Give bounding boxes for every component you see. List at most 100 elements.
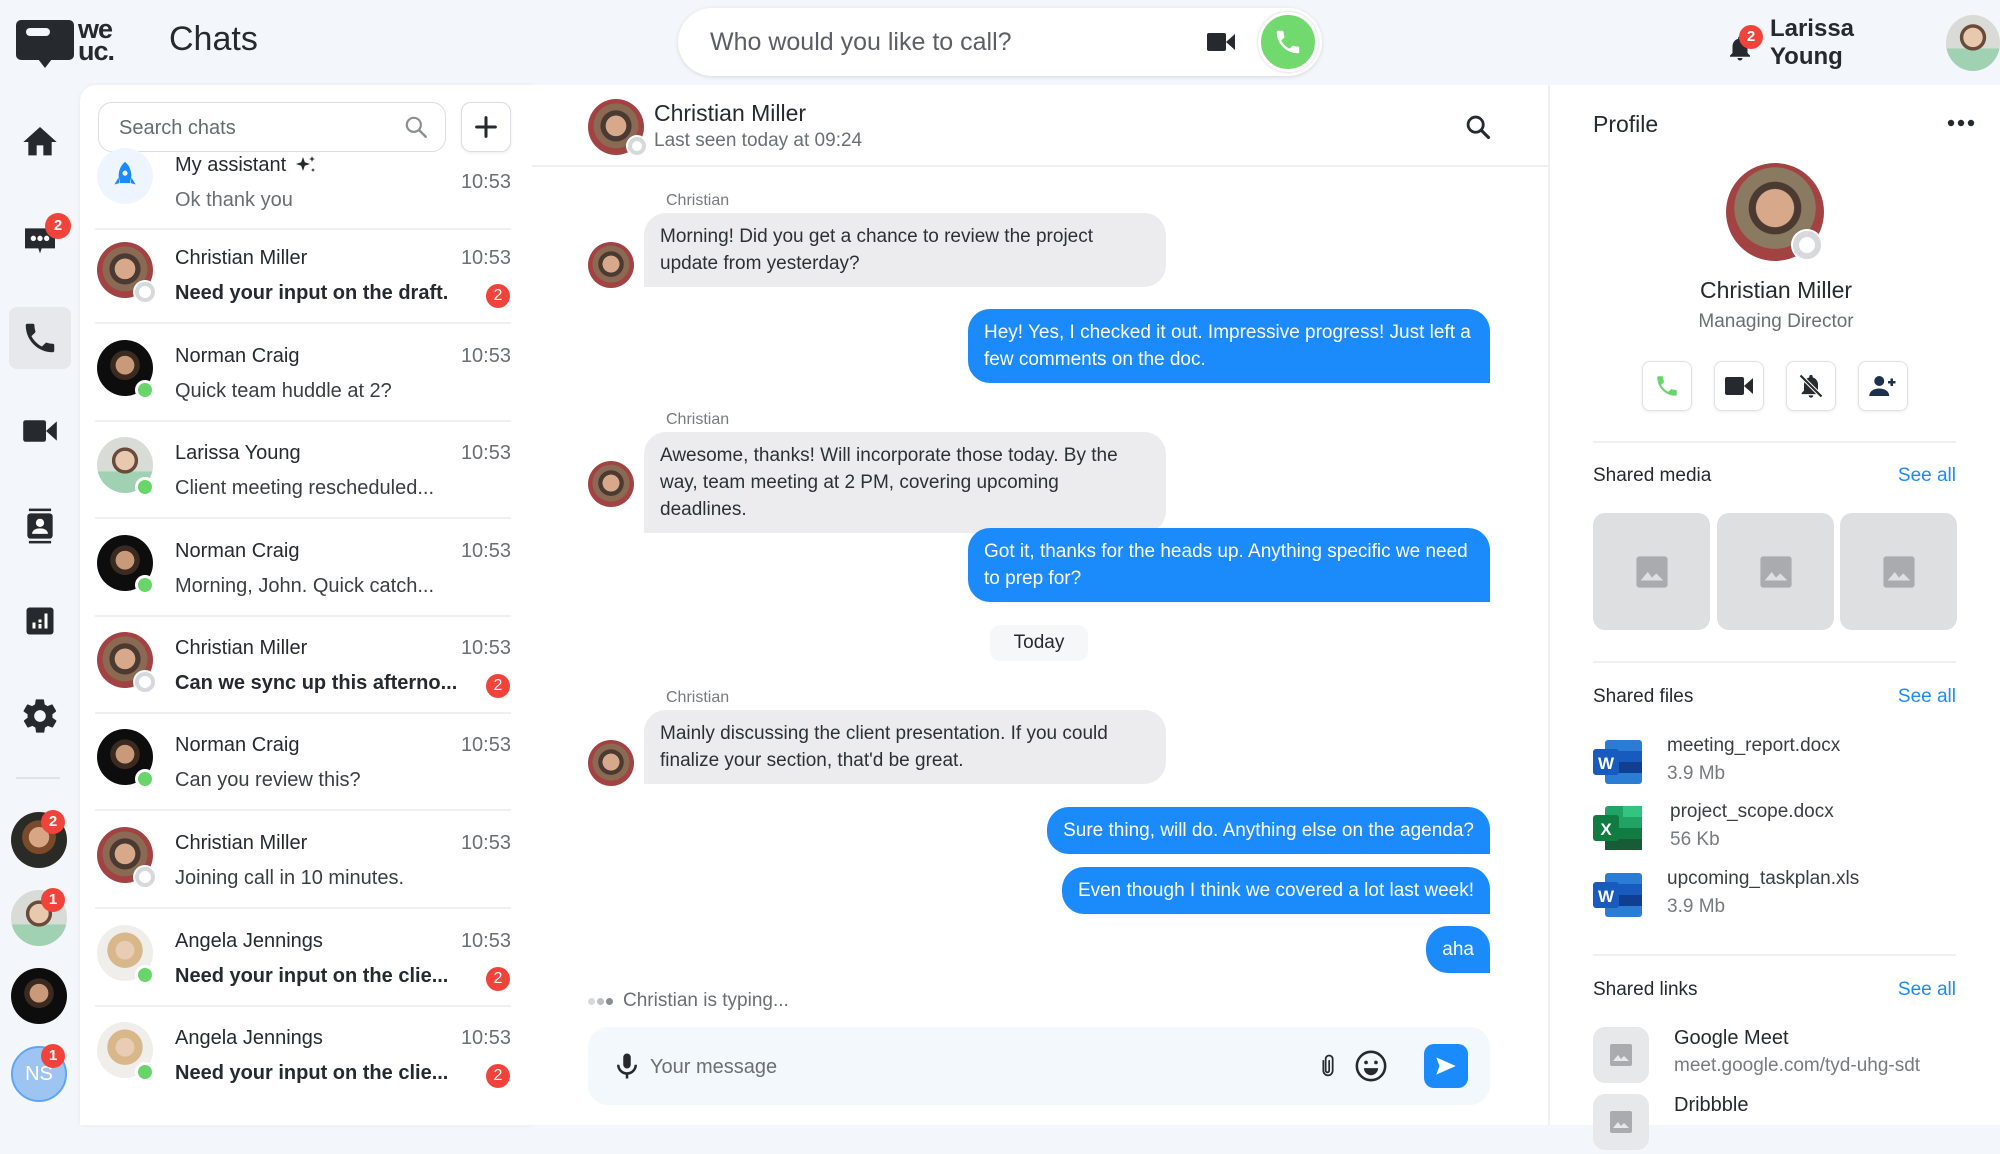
section-divider (1593, 954, 1956, 956)
chat-time: 10:53 (460, 832, 511, 854)
media-thumbnail[interactable] (1717, 513, 1834, 630)
section-divider (1593, 441, 1956, 443)
media-thumbnail[interactable] (1593, 513, 1710, 630)
profile-call-button[interactable] (1642, 361, 1692, 411)
app-logo[interactable]: we uc. (16, 16, 115, 68)
profile-status-offline (1793, 231, 1821, 259)
message-bubble-outgoing: aha (1426, 926, 1490, 973)
message-bubble-incoming: Morning! Did you get a chance to review … (644, 213, 1166, 287)
profile-mute-button[interactable] (1786, 361, 1836, 411)
message-bubble-outgoing: Got it, thanks for the heads up. Anythin… (968, 528, 1490, 602)
profile-panel: Profile Christian Miller Managing Direct… (1548, 85, 2000, 1150)
unread-badge: 2 (486, 284, 510, 308)
file-size: 3.9 Mb (1667, 896, 1726, 917)
last-seen-text: Last seen today at 09:24 (654, 130, 863, 151)
image-placeholder-icon (1882, 555, 1915, 588)
nav-home[interactable] (9, 111, 71, 173)
nav-video[interactable] (9, 400, 71, 462)
start-call-button[interactable] (1258, 12, 1318, 72)
message-input[interactable] (650, 1051, 1250, 1083)
sparkle-icon (296, 156, 316, 172)
nav-calls[interactable] (9, 307, 71, 369)
chat-contact-name: My assistant (175, 153, 287, 176)
chat-last-message: Ok thank you (175, 189, 293, 211)
typing-dots-icon (588, 997, 615, 1005)
media-thumbnail[interactable] (1840, 513, 1957, 630)
chat-last-message: Need your input on the clie... (175, 1062, 449, 1084)
gear-icon (23, 699, 57, 733)
home-icon (23, 127, 57, 156)
favorite-badge: 1 (41, 888, 65, 912)
chat-list-item[interactable]: Christian Miller Joining call in 10 minut… (95, 812, 511, 909)
call-search-input[interactable] (710, 22, 1190, 62)
current-user-name: Larissa Young (1769, 15, 1855, 70)
profile-actions (1642, 361, 1930, 411)
chat-time: 10:53 (460, 247, 511, 269)
nav-contacts[interactable] (9, 495, 71, 557)
date-divider: Today (990, 625, 1088, 661)
chat-list-item[interactable]: Christian Miller Need your input on the d… (95, 227, 511, 324)
chat-list-item[interactable]: Angela Jennings Need your input on the cl… (95, 1007, 511, 1104)
profile-name: Christian Miller (1699, 277, 1853, 303)
page-title: Chats (169, 20, 258, 58)
nav-chats[interactable]: 2 (9, 209, 71, 271)
search-conversation-icon[interactable] (1464, 113, 1492, 141)
chat-list-item[interactable]: Angela Jennings Need your input on the cl… (95, 910, 511, 1007)
chat-last-message: Can you review this? (175, 769, 361, 791)
svg-text:W: W (1598, 754, 1615, 773)
current-user-avatar[interactable] (1945, 15, 2000, 71)
shared-files-see-all[interactable]: See all (1898, 686, 1956, 708)
message-avatar (588, 242, 634, 288)
message-bubble-outgoing: Sure thing, will do. Anything else on th… (1047, 807, 1490, 854)
link-item[interactable]: Dribbble (1593, 1094, 1963, 1154)
chat-time: 10:53 (460, 540, 511, 562)
shared-links-title: Shared links (1593, 979, 1698, 1000)
notifications-button[interactable]: 2 (1725, 25, 1763, 61)
emoji-icon[interactable] (1354, 1049, 1388, 1083)
chat-list-item[interactable]: Norman Craig Morning, John. Quick catch..… (95, 520, 511, 617)
chat-list-item[interactable]: Larissa Young Client meeting rescheduled.… (95, 422, 511, 519)
file-item[interactable]: W upcoming_taskplan.xls 3.9 Mb (1593, 868, 1963, 928)
chat-list-item[interactable]: Christian Miller Can we sync up this afte… (95, 617, 511, 714)
chat-last-message: Can we sync up this afterno... (175, 672, 458, 694)
video-call-icon[interactable] (1206, 30, 1236, 54)
nav-settings[interactable] (9, 685, 71, 747)
chat-list-item[interactable]: My assistant Ok thank you 10:53 (95, 133, 511, 230)
chat-contact-name: Norman Craig (175, 540, 300, 562)
typing-indicator: Christian is typing... (588, 990, 789, 1012)
typing-text: Christian is typing... (623, 990, 789, 1011)
contact-name: Christian Miller (654, 100, 807, 126)
message-sender: Christian (666, 192, 730, 209)
file-item[interactable]: W meeting_report.docx 3.9 Mb (1593, 735, 1963, 795)
status-online-indicator (135, 1062, 155, 1082)
chat-list-panel: My assistantOk thank you10:53Christian M… (80, 85, 532, 1125)
logo-text-bottom: uc. (78, 36, 115, 66)
rocket-icon (114, 161, 136, 185)
shared-links-see-all[interactable]: See all (1898, 979, 1956, 1001)
chat-last-message: Joining call in 10 minutes. (175, 867, 405, 889)
word-file-icon: W (1593, 740, 1642, 784)
profile-add-contact-button[interactable] (1858, 361, 1908, 411)
chat-list-item[interactable]: Norman Craig Can you review this? 10:53 (95, 714, 511, 811)
file-size: 56 Kb (1670, 829, 1720, 850)
attachment-icon[interactable] (1314, 1050, 1342, 1082)
notifications-badge: 2 (1739, 25, 1763, 49)
shared-media-see-all[interactable]: See all (1898, 465, 1956, 487)
chat-contact-name: Christian Miller (175, 247, 308, 269)
favorite-norman-avatar[interactable] (11, 968, 67, 1024)
file-item[interactable]: X project_scope.docx 56 Kb (1593, 801, 1963, 861)
link-item[interactable]: Google Meet meet.google.com/tyd-uhg-sdt (1593, 1027, 1963, 1087)
more-options-icon[interactable] (1946, 115, 1976, 131)
chat-contact-name: Christian Miller (175, 637, 308, 659)
file-name: meeting_report.docx (1667, 735, 1841, 756)
chat-list-item[interactable]: Norman Craig Quick team huddle at 2? 10:53 (95, 325, 511, 422)
top-header: we uc. Chats 2 Larissa Young (0, 0, 2000, 85)
phone-icon (1276, 30, 1300, 54)
section-divider (1593, 661, 1956, 663)
profile-video-button[interactable] (1714, 361, 1764, 411)
chat-last-message: Client meeting rescheduled... (175, 477, 435, 499)
nav-statistics[interactable] (9, 590, 71, 652)
chat-contact-name: Angela Jennings (175, 1027, 323, 1049)
send-button[interactable] (1424, 1044, 1468, 1088)
microphone-icon[interactable] (612, 1051, 642, 1081)
